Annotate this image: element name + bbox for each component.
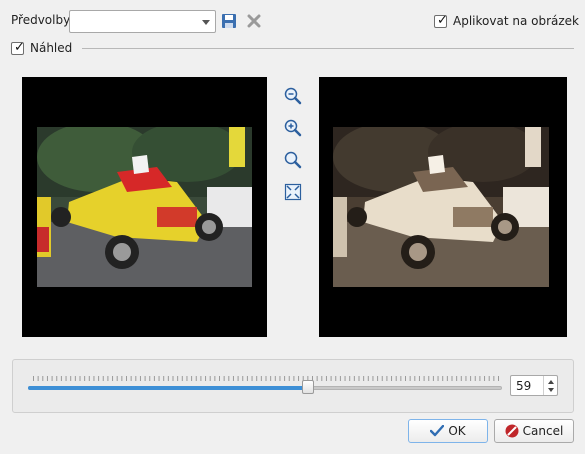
cancel-icon (505, 424, 519, 438)
preview-checkbox[interactable]: ✓ (11, 40, 25, 55)
checkmark-icon: ✓ (14, 40, 25, 55)
original-photo (37, 127, 252, 287)
delete-preset-icon[interactable] (246, 13, 262, 29)
original-image-panel[interactable] (22, 77, 267, 337)
slider-ticks (33, 376, 499, 381)
slider-fill (28, 386, 308, 390)
apply-to-image-checkbox[interactable]: ✓ (434, 13, 448, 28)
spin-down-icon[interactable] (548, 388, 554, 392)
chevron-down-icon (202, 20, 210, 25)
spinbox-value: 59 (516, 379, 532, 393)
spin-up-icon[interactable] (548, 380, 554, 384)
zoom-out-icon[interactable] (284, 87, 302, 105)
zoom-in-icon[interactable] (284, 119, 302, 137)
zoom-fit-icon[interactable] (284, 183, 302, 201)
presets-label: Předvolby: (11, 13, 74, 27)
cancel-button-label: Cancel (522, 424, 564, 438)
divider (82, 48, 574, 49)
value-spinbox[interactable]: 59 (510, 375, 558, 396)
cancel-button[interactable]: Cancel (494, 419, 574, 443)
presets-dropdown[interactable] (69, 10, 216, 33)
zoom-actual-size-icon[interactable] (284, 151, 302, 169)
save-preset-icon[interactable] (221, 13, 237, 29)
ok-button-label: OK (448, 424, 466, 438)
checkmark-icon (430, 425, 445, 437)
slider-handle[interactable] (302, 380, 314, 394)
spinbox-divider (543, 376, 544, 395)
preview-label: Náhled (30, 41, 73, 55)
preview-image-panel[interactable] (319, 77, 567, 337)
checkmark-icon: ✓ (437, 13, 448, 28)
apply-to-image-label: Aplikovat na obrázek (453, 14, 579, 28)
ok-button[interactable]: OK (408, 419, 488, 443)
preview-photo (333, 127, 549, 287)
